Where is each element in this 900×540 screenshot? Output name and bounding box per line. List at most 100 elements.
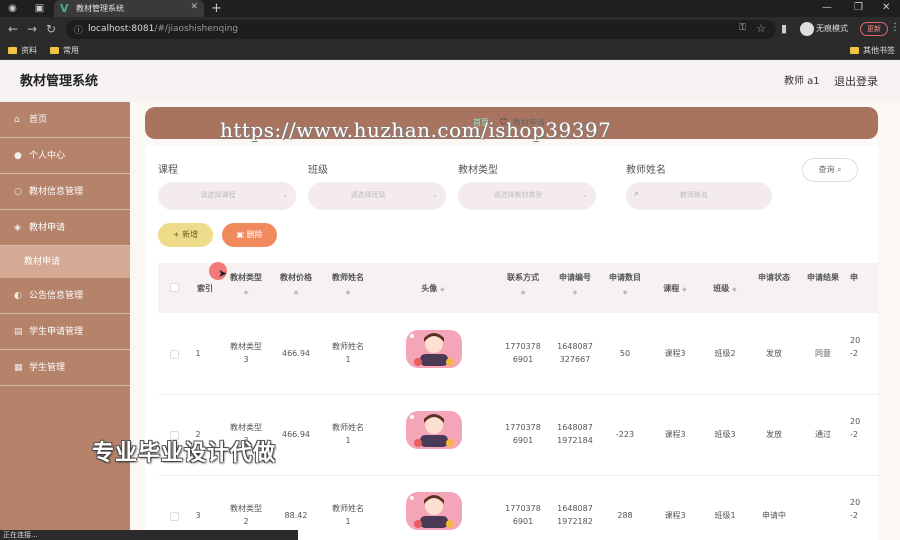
column-header[interactable]: 申 (850, 263, 878, 313)
content-panel: 课程 请选择课程 ⌄ 班级 请选择班级 ⌄ 教材类型 请选择教材类型 ⌄ 教师姓… (145, 145, 878, 540)
bookmark-star-icon[interactable]: ☆ (756, 22, 766, 35)
book-icon: ○ (14, 187, 22, 197)
maximize-icon[interactable]: ❐ (854, 2, 863, 13)
watermark-text: 专业毕业设计代做 (92, 441, 277, 466)
tab-search-icon[interactable]: ▣ (33, 2, 46, 15)
delete-button[interactable]: ▣ 删除 (222, 223, 277, 247)
sort-icon[interactable]: ◆ (440, 286, 445, 293)
column-header[interactable]: 课程 ◆ (653, 263, 697, 313)
type-select[interactable]: 请选择教材类型 ⌄ (458, 182, 596, 210)
sort-icon[interactable]: ◆ (323, 287, 373, 298)
teacher-filter-label: 教师姓名 (626, 165, 666, 176)
cell-index: 3 (195, 511, 201, 520)
row-checkbox[interactable] (170, 431, 179, 440)
cell-result: 通过 (815, 430, 831, 439)
app-header: 教材管理系统 教师 a1 退出登录 (0, 60, 900, 102)
url-text: localhost:8081/#/jiaoshishenqing (88, 24, 239, 34)
sort-icon[interactable]: ◆ (498, 287, 548, 298)
new-tab-icon[interactable]: + (211, 1, 222, 16)
column-header[interactable]: 教材类型 ◆ (224, 263, 268, 313)
plus-icon: + (172, 230, 180, 239)
teacher-name-input[interactable]: ⌕ 教师姓名 (626, 182, 772, 210)
column-header[interactable]: 申请数目 ◆ (600, 263, 650, 313)
sidebar-subitem-textbook-apply[interactable]: 教材申请 (0, 246, 130, 278)
cell-apply-no: 1648087 1972184 (557, 423, 593, 445)
folder-icon (850, 47, 859, 54)
search-icon: ⌕ (837, 165, 842, 174)
cell-teacher: 教师姓名 1 (332, 423, 364, 445)
bookmark-item[interactable]: 常用 (50, 45, 79, 56)
chevron-down-icon: ⌄ (282, 191, 288, 199)
sidebar-item-home[interactable]: ⌂ 首页 (0, 102, 130, 138)
sidebar-item-textbook-info[interactable]: ○ 教材信息管理 (0, 174, 130, 210)
data-table: 索引 教材类型 ◆ 教材价格 ◆ 教师姓名 ◆ 头像 ◆ 联系方式 ◆ 申请编号 ◆ 申请… (158, 263, 878, 540)
main-content: 首页 ✩ 教材申请 https://www.huzhan.com/ishop39… (130, 102, 900, 540)
password-key-icon[interactable]: ⚿ (739, 23, 746, 33)
tab-title: 教材管理系统 (76, 4, 124, 13)
update-button[interactable]: 更新 (860, 22, 888, 36)
cell-teacher: 教师姓名 1 (332, 342, 364, 364)
column-header[interactable]: 教材价格 ◆ (271, 263, 321, 313)
cell-price: 466.94 (282, 349, 310, 358)
column-header[interactable]: 班级 ◆ (703, 263, 747, 313)
avatar-image (406, 330, 462, 368)
window-close-icon[interactable]: ✕ (882, 2, 890, 13)
table-row[interactable]: 1 教材类型 3 466.94 教师姓名 1 1770378 6901 1648087… (158, 314, 878, 395)
sort-icon[interactable]: ◆ (600, 287, 650, 298)
column-header[interactable]: 申请编号 ◆ (550, 263, 600, 313)
column-header[interactable]: 联系方式 ◆ (498, 263, 548, 313)
more-menu-icon[interactable]: ⋮ (890, 22, 900, 33)
student-apply-icon: ▤ (14, 327, 23, 337)
sidebar-item-textbook-apply[interactable]: ◈ 教材申请 (0, 210, 130, 246)
cell-teacher: 教师姓名 1 (332, 504, 364, 526)
column-header[interactable]: 头像 ◆ (398, 263, 468, 313)
cell-type: 教材类型 3 (230, 342, 262, 364)
notice-icon: ◐ (14, 291, 22, 301)
course-select[interactable]: 请选择课程 ⌄ (158, 182, 296, 210)
cell-price: 466.94 (282, 430, 310, 439)
site-info-icon[interactable]: ⓘ (74, 23, 83, 36)
cell-date: 20 -2 (850, 336, 861, 358)
cell-index: 1 (195, 349, 201, 358)
sidebar-item-profile[interactable]: ● 个人中心 (0, 138, 130, 174)
logout-button[interactable]: 退出登录 (834, 75, 878, 88)
row-checkbox[interactable] (170, 350, 179, 359)
bookmark-item[interactable]: 资料 (8, 45, 37, 56)
minimize-icon[interactable]: — (822, 2, 832, 13)
sidebar-item-student-apply[interactable]: ▤ 学生申请管理 (0, 314, 130, 350)
browser-profile-icon[interactable]: ◉ (6, 2, 19, 15)
class-select[interactable]: 请选择班级 ⌄ (308, 182, 446, 210)
other-bookmarks[interactable]: 其他书签 (850, 45, 895, 56)
cell-class: 班级3 (714, 430, 736, 439)
cell-phone: 1770378 6901 (505, 504, 541, 526)
sort-icon[interactable]: ◆ (550, 287, 600, 298)
sort-icon[interactable]: ◆ (732, 286, 737, 293)
tab-close-icon[interactable]: ✕ (190, 2, 198, 12)
bookmarks-bar: 资料 常用 其他书签 (0, 42, 900, 60)
select-all-checkbox[interactable] (170, 283, 179, 292)
add-button[interactable]: + 新增 (158, 223, 213, 247)
browser-toolbar: ← → ↻ ⓘ localhost:8081/#/jiaoshishenqing… (0, 17, 900, 42)
column-header[interactable]: 申请结果 (801, 263, 845, 313)
vue-logo-icon: V (60, 2, 69, 15)
back-icon[interactable]: ← (8, 22, 18, 36)
cell-count: -223 (615, 430, 635, 439)
course-filter-label: 课程 (158, 165, 178, 176)
cell-phone: 1770378 6901 (505, 342, 541, 364)
sort-icon[interactable]: ◆ (682, 286, 687, 293)
row-checkbox[interactable] (170, 512, 179, 521)
sidebar-item-students[interactable]: ▦ 学生管理 (0, 350, 130, 386)
browser-tab[interactable]: V 教材管理系统 ✕ (54, 0, 204, 17)
column-header[interactable]: 申请状态 (752, 263, 796, 313)
side-panel-icon[interactable]: ▮ (781, 22, 787, 35)
cell-date: 20 -2 (850, 498, 861, 520)
address-bar[interactable]: ⓘ localhost:8081/#/jiaoshishenqing ⚿ ☆ (66, 20, 776, 39)
forward-icon[interactable]: → (27, 22, 37, 36)
sidebar-item-notice[interactable]: ◐ 公告信息管理 (0, 278, 130, 314)
query-button[interactable]: 查询 ⌕ (802, 158, 858, 182)
column-header[interactable]: 教师姓名 ◆ (323, 263, 373, 313)
app-title: 教材管理系统 (20, 74, 99, 89)
reload-icon[interactable]: ↻ (46, 22, 56, 36)
sort-icon[interactable]: ◆ (271, 287, 321, 298)
sort-icon[interactable]: ◆ (224, 287, 268, 298)
